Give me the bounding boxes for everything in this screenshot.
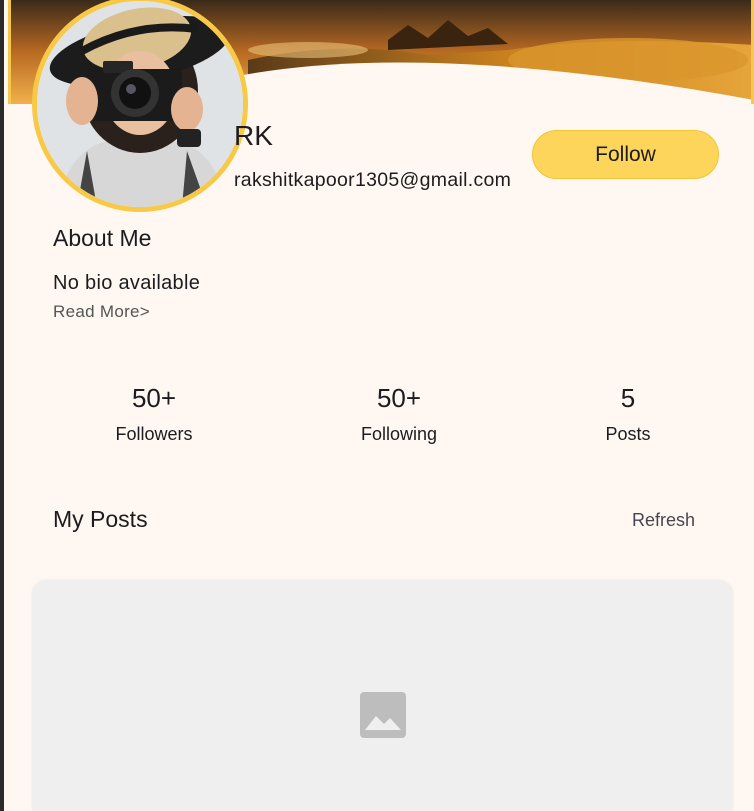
- user-email: rakshitkapoor1305@gmail.com: [234, 169, 512, 191]
- stat-label: Followers: [115, 424, 193, 444]
- stat-following[interactable]: 50+ Following: [319, 380, 479, 445]
- about-title: About Me: [53, 225, 152, 251]
- read-more-link[interactable]: Read More>: [53, 302, 150, 322]
- stat-followers[interactable]: 50+ Followers: [74, 380, 234, 445]
- stat-value: 5: [620, 383, 636, 413]
- stat-value: 50+: [131, 383, 177, 413]
- avatar[interactable]: [32, 0, 248, 212]
- follow-button[interactable]: Follow: [532, 130, 719, 179]
- refresh-button[interactable]: Refresh: [632, 510, 695, 531]
- post-card[interactable]: [32, 580, 733, 811]
- profile-screen: RK rakshitkapoor1305@gmail.com Follow Ab…: [0, 0, 754, 811]
- image-placeholder-icon: [360, 692, 406, 738]
- stat-label: Following: [360, 424, 438, 444]
- stat-value: 50+: [376, 383, 422, 413]
- stat-label: Posts: [605, 424, 651, 444]
- stat-posts[interactable]: 5 Posts: [548, 380, 708, 445]
- my-posts-title: My Posts: [53, 506, 148, 532]
- bio-text: No bio available: [53, 272, 201, 294]
- user-name: RK: [234, 120, 273, 151]
- avatar-photo: [37, 1, 243, 207]
